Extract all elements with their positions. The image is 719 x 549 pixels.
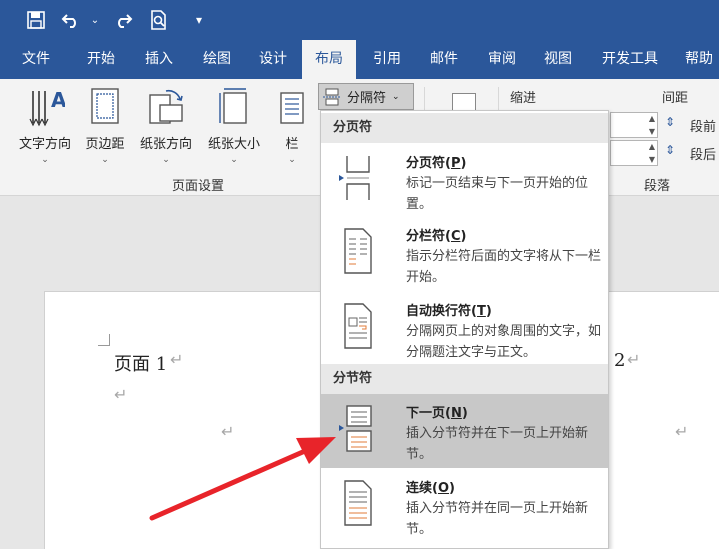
tab-layout[interactable]: 布局 <box>302 40 356 79</box>
chevron-down-icon: ⌄ <box>392 91 400 102</box>
spacing-after-icon: ⇕ <box>665 143 676 157</box>
breaks-button[interactable]: 分隔符 ⌄ <box>318 83 414 110</box>
title-bar: ⌄ ▾ <box>0 0 719 40</box>
save-icon[interactable] <box>25 9 47 31</box>
columns-label: 栏 <box>285 137 299 152</box>
paragraph-mark: ↵ <box>170 350 184 369</box>
menu-item-desc: 标记一页结束与下一页开始的位置。 <box>406 176 589 212</box>
columns-icon <box>280 92 304 124</box>
chevron-down-icon: ⌄ <box>41 155 49 165</box>
margins-icon <box>91 88 119 124</box>
margins-button[interactable]: 页边距 ⌄ <box>80 85 130 165</box>
chevron-down-icon: ⌄ <box>230 155 238 165</box>
svg-text:A: A <box>51 88 65 112</box>
tab-file[interactable]: 文件 <box>10 40 62 79</box>
spacing-before-label: 段前 <box>690 120 717 135</box>
orientation-label: 纸张方向 <box>139 137 192 152</box>
menu-item-title: 连续(O) <box>406 481 455 496</box>
size-label: 纸张大小 <box>207 137 260 152</box>
menu-item-title: 下一页(N) <box>406 406 468 421</box>
undo-icon[interactable] <box>60 9 82 31</box>
columns-button[interactable]: 栏 ⌄ <box>276 85 308 165</box>
tab-home[interactable]: 开始 <box>72 40 130 79</box>
ribbon-tabs: 文件 开始 插入 绘图 设计 布局 引用 邮件 审阅 视图 开发工具 帮助 <box>0 40 719 79</box>
page-break-icon <box>339 156 370 200</box>
page2-heading: 2 <box>614 350 626 371</box>
redo-icon[interactable] <box>112 9 134 31</box>
chevron-down-icon: ⌄ <box>162 155 170 165</box>
spacing-after-label: 段后 <box>690 148 717 163</box>
menu-item-desc: 插入分节符并在下一页上开始新节。 <box>406 426 589 462</box>
paragraph-mark: ↵ <box>221 422 235 441</box>
breaks-label: 分隔符 <box>347 91 387 106</box>
customize-toolbar-icon[interactable]: ▾ <box>188 9 210 31</box>
text-wrapping-icon <box>344 303 372 349</box>
menu-item-desc: 指示分栏符后面的文字将从下一栏开始。 <box>406 249 602 285</box>
paragraph-group-label: 段落 <box>644 179 671 194</box>
menu-item-title: 自动换行符(T) <box>406 304 492 319</box>
indent-right-stepper[interactable]: ▲ ▼ <box>610 140 658 166</box>
tab-references[interactable]: 引用 <box>360 40 414 79</box>
undo-dropdown-icon[interactable]: ⌄ <box>88 9 102 31</box>
print-preview-icon[interactable] <box>148 9 170 31</box>
chevron-down-icon: ⌄ <box>288 155 296 165</box>
menu-item-next-page[interactable]: 下一页(N) 插入分节符并在下一页上开始新节。 <box>321 394 608 468</box>
menu-item-page-break[interactable]: 分页符(P) 标记一页结束与下一页开始的位置。 <box>321 144 608 216</box>
text-direction-button[interactable]: A 文字方向 ⌄ <box>12 85 78 165</box>
menu-item-desc: 分隔网页上的对象周围的文字，如分隔题注文字与正文。 <box>406 324 602 360</box>
size-icon <box>219 88 247 124</box>
margin-corner-mark <box>98 334 110 346</box>
page-setup-group-label: 页面设置 <box>172 179 225 194</box>
orientation-icon <box>149 89 183 124</box>
tab-view[interactable]: 视图 <box>530 40 586 79</box>
page-breaks-header: 分页符 <box>321 113 608 143</box>
paragraph-mark: ↵ <box>627 350 641 369</box>
tab-design[interactable]: 设计 <box>246 40 300 79</box>
orientation-button[interactable]: 纸张方向 ⌄ <box>134 85 198 165</box>
menu-item-column-break[interactable]: 分栏符(C) 指示分栏符后面的文字将从下一栏开始。 <box>321 217 608 291</box>
tab-draw[interactable]: 绘图 <box>190 40 244 79</box>
margins-label: 页边距 <box>85 137 125 152</box>
up-icon[interactable]: ▲ <box>649 114 655 123</box>
text-direction-label: 文字方向 <box>18 137 71 152</box>
up-icon[interactable]: ▲ <box>649 142 655 151</box>
spacing-before-icon: ⇕ <box>665 115 676 129</box>
menu-item-continuous[interactable]: 连续(O) 插入分节符并在同一页上开始新节。 <box>321 469 608 547</box>
paragraph-mark: ↵ <box>114 385 128 404</box>
indent-label: 缩进 <box>510 91 537 106</box>
size-button[interactable]: 纸张大小 ⌄ <box>202 85 266 165</box>
column-break-icon <box>344 228 372 274</box>
breaks-icon <box>323 88 341 105</box>
menu-item-desc: 插入分节符并在同一页上开始新节。 <box>406 501 589 537</box>
spacing-label: 间距 <box>662 91 689 106</box>
down-icon[interactable]: ▼ <box>649 127 655 136</box>
section-breaks-header: 分节符 <box>321 364 608 394</box>
menu-item-text-wrapping[interactable]: 自动换行符(T) 分隔网页上的对象周围的文字，如分隔题注文字与正文。 <box>321 292 608 364</box>
indent-left-stepper[interactable]: ▲ ▼ <box>610 112 658 138</box>
tab-mailings[interactable]: 邮件 <box>416 40 472 79</box>
next-page-section-icon <box>339 405 372 452</box>
menu-item-title: 分页符(P) <box>406 156 467 171</box>
tab-help[interactable]: 帮助 <box>674 40 719 79</box>
paragraph-mark: ↵ <box>675 422 689 441</box>
down-icon[interactable]: ▼ <box>649 155 655 164</box>
continuous-section-icon <box>344 480 372 526</box>
page1-heading: 页面 1 <box>114 354 168 375</box>
chevron-down-icon: ⌄ <box>101 155 109 165</box>
menu-item-title: 分栏符(C) <box>406 229 467 244</box>
tab-review[interactable]: 审阅 <box>474 40 530 79</box>
breaks-menu: 分页符 分页符(P) 标记一页结束与下一页开始的位置。 分栏符(C) 指示分栏符… <box>320 110 609 549</box>
text-direction-icon: A <box>29 88 67 127</box>
tab-developer[interactable]: 开发工具 <box>590 40 670 79</box>
tab-insert[interactable]: 插入 <box>132 40 186 79</box>
